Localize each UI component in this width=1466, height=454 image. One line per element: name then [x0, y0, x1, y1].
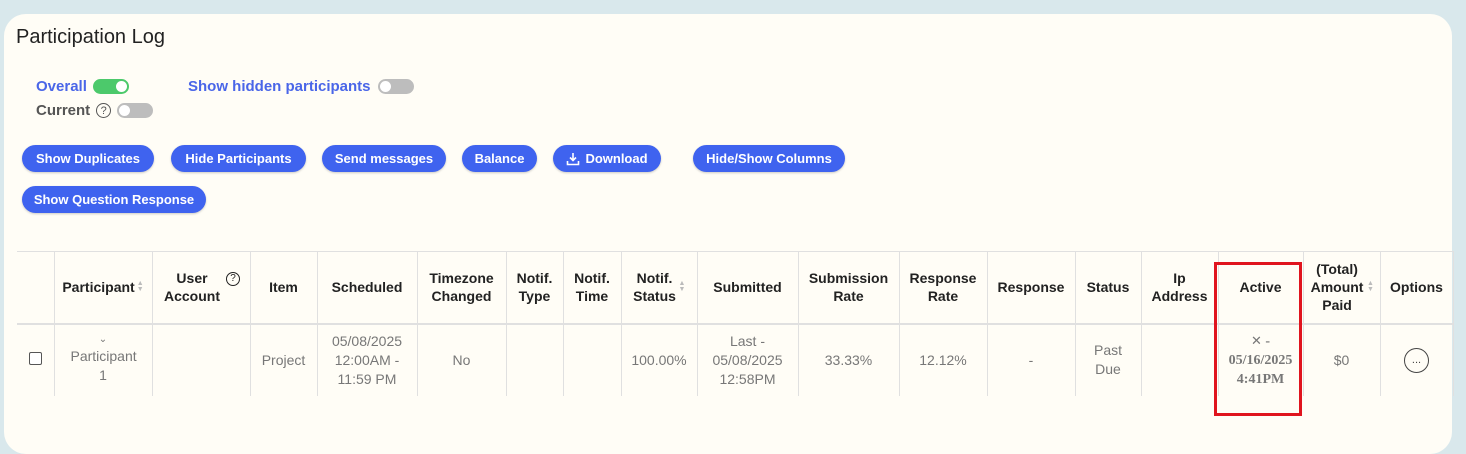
download-button[interactable]: Download [553, 145, 661, 172]
th-ip-address: Ip Address [1141, 251, 1219, 325]
table-row: ⌄ Participant 1 Project 05/08/2025 12:00… [17, 323, 1454, 396]
th-notif-time: Notif. Time [563, 251, 622, 325]
th-select [17, 251, 55, 325]
th-timezone-changed: Timezone Changed [417, 251, 507, 325]
th-submitted: Submitted [697, 251, 799, 325]
active-cell: ✕ - 05/16/2025 4:41PM [1218, 323, 1304, 396]
hide-show-columns-button[interactable]: Hide/Show Columns [693, 145, 845, 172]
chevron-down-icon[interactable]: ⌄ [59, 335, 148, 345]
th-status: Status [1075, 251, 1142, 325]
help-icon[interactable]: ? [96, 103, 112, 118]
participation-table: Participant ▲ ▼ User Account? Item Schedul… [17, 251, 1454, 396]
balance-button[interactable]: Balance [462, 145, 537, 172]
close-icon[interactable]: ✕ [1251, 334, 1262, 349]
hidden-participants-label: Show hidden participants [188, 78, 371, 95]
amount-paid-cell: $0 [1303, 323, 1381, 396]
page-title: Participation Log [16, 26, 165, 48]
download-label: Download [585, 151, 648, 166]
scheduled-cell: 05/08/2025 12:00AM - 11:59 PM [317, 323, 418, 396]
switch-knob [115, 81, 127, 92]
notif-time-cell [563, 323, 622, 396]
participant-cell[interactable]: ⌄ Participant 1 [54, 323, 153, 396]
th-response-rate: Response Rate [899, 251, 988, 325]
sort-icon[interactable]: ▲ ▼ [137, 280, 144, 293]
hidden-participants-switch[interactable] [377, 79, 414, 94]
overall-toggle-row: Overall [36, 78, 129, 95]
status-cell: Past Due [1075, 323, 1142, 396]
user-account-cell [152, 323, 251, 396]
th-participant[interactable]: Participant ▲ ▼ [54, 251, 153, 325]
download-icon [566, 152, 580, 166]
row-select-cell [17, 323, 55, 396]
sort-icon[interactable]: ▲ ▼ [1367, 280, 1374, 293]
th-submission-rate: Submission Rate [798, 251, 900, 325]
overall-switch[interactable] [92, 79, 129, 94]
notif-status-cell: 100.00% [621, 323, 698, 396]
help-icon[interactable]: ? [226, 272, 240, 287]
submission-rate-cell: 33.33% [798, 323, 900, 396]
notif-type-cell [506, 323, 564, 396]
ip-address-cell [1141, 323, 1219, 396]
current-label: Current [36, 102, 91, 119]
response-rate-cell: 12.12% [899, 323, 988, 396]
timezone-changed-cell: No [417, 323, 507, 396]
show-question-response-button[interactable]: Show Question Response [22, 186, 206, 213]
row-checkbox[interactable] [28, 351, 42, 365]
item-cell: Project [250, 323, 318, 396]
th-user-account: User Account? [152, 251, 251, 325]
send-messages-button[interactable]: Send messages [322, 145, 446, 172]
options-icon[interactable]: ... [1404, 347, 1429, 373]
overall-label: Overall [36, 78, 87, 95]
th-active: Active [1218, 251, 1304, 325]
switch-knob [379, 81, 391, 92]
table-header-row: Participant ▲ ▼ User Account? Item Schedul… [17, 251, 1454, 325]
submitted-cell: Last - 05/08/2025 12:58PM [697, 323, 799, 396]
show-duplicates-button[interactable]: Show Duplicates [22, 145, 154, 172]
th-amount-paid[interactable]: (Total) Amount Paid ▲ ▼ [1303, 251, 1381, 325]
sort-icon[interactable]: ▲ ▼ [679, 280, 686, 293]
hidden-participants-toggle-row: Show hidden participants [188, 78, 414, 95]
response-cell: - [987, 323, 1076, 396]
th-options: Options [1380, 251, 1454, 325]
th-response: Response [987, 251, 1076, 325]
current-toggle-row: Current ? [36, 102, 154, 119]
options-cell: ... [1380, 323, 1454, 396]
th-item: Item [250, 251, 318, 325]
hide-participants-button[interactable]: Hide Participants [171, 145, 306, 172]
th-notif-type: Notif. Type [506, 251, 564, 325]
current-switch[interactable] [117, 103, 154, 118]
th-notif-status[interactable]: Notif. Status ▲ ▼ [621, 251, 698, 325]
th-scheduled: Scheduled [317, 251, 418, 325]
switch-knob [119, 105, 131, 116]
